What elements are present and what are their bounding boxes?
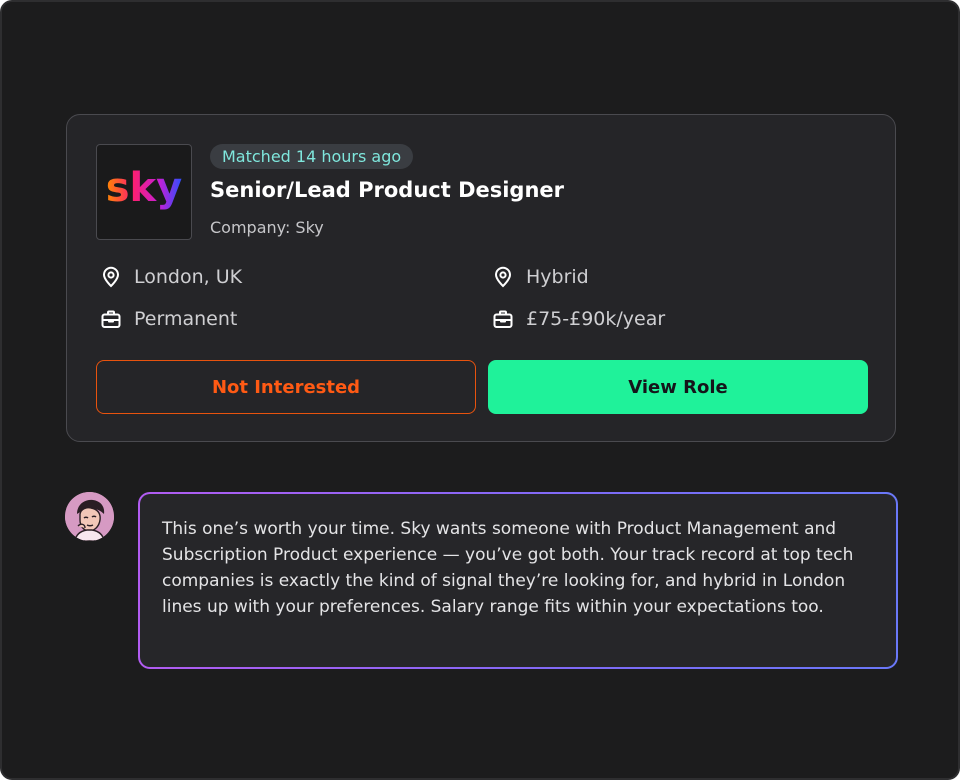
- location-text: London, UK: [134, 266, 243, 288]
- map-pin-icon: [100, 266, 122, 288]
- app-frame: sky Matched 14 hours ago Senior/Lead Pro…: [0, 0, 960, 780]
- job-match-card: sky Matched 14 hours ago Senior/Lead Pro…: [66, 114, 896, 442]
- assistant-avatar: [65, 492, 114, 541]
- salary-detail: £75-£90k/year: [492, 308, 665, 330]
- match-time-badge: Matched 14 hours ago: [210, 144, 414, 169]
- sky-logo-text: sky: [106, 167, 182, 211]
- sky-logo-icon: sky: [106, 167, 182, 211]
- salary-text: £75-£90k/year: [526, 308, 666, 330]
- assistant-message-bubble: This one’s worth your time. Sky wants so…: [138, 492, 898, 669]
- briefcase-icon: [492, 308, 514, 330]
- not-interested-button[interactable]: Not Interested: [96, 360, 476, 414]
- assistant-message-text: This one’s worth your time. Sky wants so…: [140, 494, 896, 667]
- work-mode-text: Hybrid: [526, 266, 589, 288]
- company-name: Company: Sky: [210, 218, 324, 237]
- avatar-illustration-icon: [65, 492, 114, 541]
- job-title: Senior/Lead Product Designer: [210, 178, 565, 202]
- work-mode-detail: Hybrid: [492, 266, 589, 288]
- contract-text: Permanent: [134, 308, 238, 330]
- contract-detail: Permanent: [100, 308, 237, 330]
- map-pin-icon: [492, 266, 514, 288]
- briefcase-icon: [100, 308, 122, 330]
- location-detail: London, UK: [100, 266, 242, 288]
- view-role-button[interactable]: View Role: [488, 360, 868, 414]
- company-logo: sky: [96, 144, 192, 240]
